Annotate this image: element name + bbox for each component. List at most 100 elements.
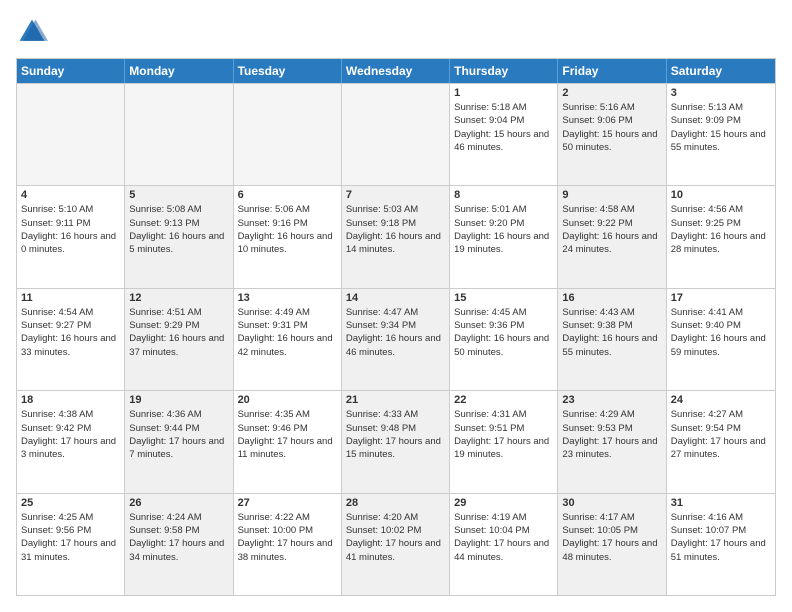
day-number: 23 (562, 394, 661, 406)
cell-info: Sunrise: 4:41 AM Sunset: 9:40 PM Dayligh… (671, 306, 771, 359)
cell-info: Sunrise: 4:27 AM Sunset: 9:54 PM Dayligh… (671, 408, 771, 461)
cell-info: Sunrise: 4:51 AM Sunset: 9:29 PM Dayligh… (129, 306, 228, 359)
cell-info: Sunrise: 5:08 AM Sunset: 9:13 PM Dayligh… (129, 203, 228, 256)
day-number: 10 (671, 189, 771, 201)
day-number: 16 (562, 292, 661, 304)
calendar-cell-empty-0-1 (125, 84, 233, 185)
header (16, 16, 776, 48)
calendar-cell-empty-0-0 (17, 84, 125, 185)
day-number: 19 (129, 394, 228, 406)
calendar: SundayMondayTuesdayWednesdayThursdayFrid… (16, 58, 776, 596)
day-number: 5 (129, 189, 228, 201)
calendar-row-2: 11 Sunrise: 4:54 AM Sunset: 9:27 PM Dayli… (17, 288, 775, 390)
day-number: 4 (21, 189, 120, 201)
day-number: 17 (671, 292, 771, 304)
cell-info: Sunrise: 4:49 AM Sunset: 9:31 PM Dayligh… (238, 306, 337, 359)
day-number: 14 (346, 292, 445, 304)
cell-info: Sunrise: 4:35 AM Sunset: 9:46 PM Dayligh… (238, 408, 337, 461)
cell-info: Sunrise: 4:16 AM Sunset: 10:07 PM Daylig… (671, 511, 771, 564)
day-number: 1 (454, 87, 553, 99)
cell-info: Sunrise: 5:01 AM Sunset: 9:20 PM Dayligh… (454, 203, 553, 256)
logo-icon (16, 16, 48, 48)
calendar-cell-1: 1Sunrise: 5:18 AM Sunset: 9:04 PM Daylig… (450, 84, 558, 185)
day-number: 26 (129, 497, 228, 509)
calendar-row-0: 1Sunrise: 5:18 AM Sunset: 9:04 PM Daylig… (17, 83, 775, 185)
day-number: 27 (238, 497, 337, 509)
calendar-cell-2: 2Sunrise: 5:16 AM Sunset: 9:06 PM Daylig… (558, 84, 666, 185)
calendar-row-3: 18 Sunrise: 4:38 AM Sunset: 9:42 PM Dayli… (17, 390, 775, 492)
cell-info: Sunrise: 4:45 AM Sunset: 9:36 PM Dayligh… (454, 306, 553, 359)
calendar-cell-28: 28 Sunrise: 4:20 AM Sunset: 10:02 PM Dayl… (342, 494, 450, 595)
calendar-body: 1Sunrise: 5:18 AM Sunset: 9:04 PM Daylig… (17, 83, 775, 595)
day-number: 30 (562, 497, 661, 509)
day-number: 13 (238, 292, 337, 304)
calendar-cell-10: 10 Sunrise: 4:56 AM Sunset: 9:25 PM Dayli… (667, 186, 775, 287)
calendar-cell-22: 22 Sunrise: 4:31 AM Sunset: 9:51 PM Dayli… (450, 391, 558, 492)
calendar-cell-3: 3 Sunrise: 5:13 AM Sunset: 9:09 PM Daylig… (667, 84, 775, 185)
day-number: 22 (454, 394, 553, 406)
header-cell-monday: Monday (125, 59, 233, 83)
cell-info: Sunrise: 4:22 AM Sunset: 10:00 PM Daylig… (238, 511, 337, 564)
header-cell-saturday: Saturday (667, 59, 775, 83)
calendar-cell-empty-0-2 (234, 84, 342, 185)
cell-info: Sunrise: 5:10 AM Sunset: 9:11 PM Dayligh… (21, 203, 120, 256)
cell-info: Sunrise: 5:06 AM Sunset: 9:16 PM Dayligh… (238, 203, 337, 256)
cell-info: Sunrise: 4:36 AM Sunset: 9:44 PM Dayligh… (129, 408, 228, 461)
header-cell-sunday: Sunday (17, 59, 125, 83)
cell-info: Sunrise: 4:43 AM Sunset: 9:38 PM Dayligh… (562, 306, 661, 359)
calendar-cell-21: 21Sunrise: 4:33 AM Sunset: 9:48 PM Dayli… (342, 391, 450, 492)
cell-info: Sunrise: 5:16 AM Sunset: 9:06 PM Dayligh… (562, 101, 661, 154)
calendar-cell-empty-0-3 (342, 84, 450, 185)
calendar-cell-13: 13 Sunrise: 4:49 AM Sunset: 9:31 PM Dayli… (234, 289, 342, 390)
cell-info: Sunrise: 4:20 AM Sunset: 10:02 PM Daylig… (346, 511, 445, 564)
cell-info: Sunrise: 4:33 AM Sunset: 9:48 PM Dayligh… (346, 408, 445, 461)
day-number: 18 (21, 394, 120, 406)
cell-info: Sunrise: 5:13 AM Sunset: 9:09 PM Dayligh… (671, 101, 771, 154)
cell-info: Sunrise: 4:47 AM Sunset: 9:34 PM Dayligh… (346, 306, 445, 359)
cell-info: Sunrise: 4:17 AM Sunset: 10:05 PM Daylig… (562, 511, 661, 564)
calendar-cell-20: 20Sunrise: 4:35 AM Sunset: 9:46 PM Dayli… (234, 391, 342, 492)
header-cell-thursday: Thursday (450, 59, 558, 83)
calendar-header: SundayMondayTuesdayWednesdayThursdayFrid… (17, 59, 775, 83)
day-number: 29 (454, 497, 553, 509)
calendar-cell-7: 7Sunrise: 5:03 AM Sunset: 9:18 PM Daylig… (342, 186, 450, 287)
cell-info: Sunrise: 4:31 AM Sunset: 9:51 PM Dayligh… (454, 408, 553, 461)
cell-info: Sunrise: 4:56 AM Sunset: 9:25 PM Dayligh… (671, 203, 771, 256)
cell-info: Sunrise: 4:19 AM Sunset: 10:04 PM Daylig… (454, 511, 553, 564)
cell-info: Sunrise: 4:29 AM Sunset: 9:53 PM Dayligh… (562, 408, 661, 461)
day-number: 28 (346, 497, 445, 509)
day-number: 11 (21, 292, 120, 304)
logo (16, 16, 52, 48)
cell-info: Sunrise: 4:38 AM Sunset: 9:42 PM Dayligh… (21, 408, 120, 461)
day-number: 24 (671, 394, 771, 406)
cell-info: Sunrise: 4:24 AM Sunset: 9:58 PM Dayligh… (129, 511, 228, 564)
calendar-cell-29: 29 Sunrise: 4:19 AM Sunset: 10:04 PM Dayl… (450, 494, 558, 595)
cell-info: Sunrise: 4:58 AM Sunset: 9:22 PM Dayligh… (562, 203, 661, 256)
cell-info: Sunrise: 5:03 AM Sunset: 9:18 PM Dayligh… (346, 203, 445, 256)
day-number: 6 (238, 189, 337, 201)
calendar-cell-18: 18 Sunrise: 4:38 AM Sunset: 9:42 PM Dayli… (17, 391, 125, 492)
calendar-cell-17: 17 Sunrise: 4:41 AM Sunset: 9:40 PM Dayli… (667, 289, 775, 390)
calendar-cell-24: 24 Sunrise: 4:27 AM Sunset: 9:54 PM Dayli… (667, 391, 775, 492)
calendar-cell-30: 30 Sunrise: 4:17 AM Sunset: 10:05 PM Dayl… (558, 494, 666, 595)
day-number: 3 (671, 87, 771, 99)
header-cell-friday: Friday (558, 59, 666, 83)
calendar-cell-15: 15 Sunrise: 4:45 AM Sunset: 9:36 PM Dayli… (450, 289, 558, 390)
calendar-row-1: 4 Sunrise: 5:10 AM Sunset: 9:11 PM Daylig… (17, 185, 775, 287)
calendar-cell-16: 16 Sunrise: 4:43 AM Sunset: 9:38 PM Dayli… (558, 289, 666, 390)
calendar-cell-23: 23 Sunrise: 4:29 AM Sunset: 9:53 PM Dayli… (558, 391, 666, 492)
day-number: 25 (21, 497, 120, 509)
calendar-cell-14: 14 Sunrise: 4:47 AM Sunset: 9:34 PM Dayli… (342, 289, 450, 390)
day-number: 12 (129, 292, 228, 304)
day-number: 15 (454, 292, 553, 304)
day-number: 31 (671, 497, 771, 509)
calendar-cell-27: 27 Sunrise: 4:22 AM Sunset: 10:00 PM Dayl… (234, 494, 342, 595)
calendar-cell-26: 26 Sunrise: 4:24 AM Sunset: 9:58 PM Dayli… (125, 494, 233, 595)
header-cell-tuesday: Tuesday (234, 59, 342, 83)
calendar-row-4: 25 Sunrise: 4:25 AM Sunset: 9:56 PM Dayli… (17, 493, 775, 595)
calendar-cell-31: 31 Sunrise: 4:16 AM Sunset: 10:07 PM Dayl… (667, 494, 775, 595)
cell-info: Sunrise: 4:54 AM Sunset: 9:27 PM Dayligh… (21, 306, 120, 359)
cell-info: Sunrise: 4:25 AM Sunset: 9:56 PM Dayligh… (21, 511, 120, 564)
calendar-cell-4: 4 Sunrise: 5:10 AM Sunset: 9:11 PM Daylig… (17, 186, 125, 287)
calendar-cell-25: 25 Sunrise: 4:25 AM Sunset: 9:56 PM Dayli… (17, 494, 125, 595)
